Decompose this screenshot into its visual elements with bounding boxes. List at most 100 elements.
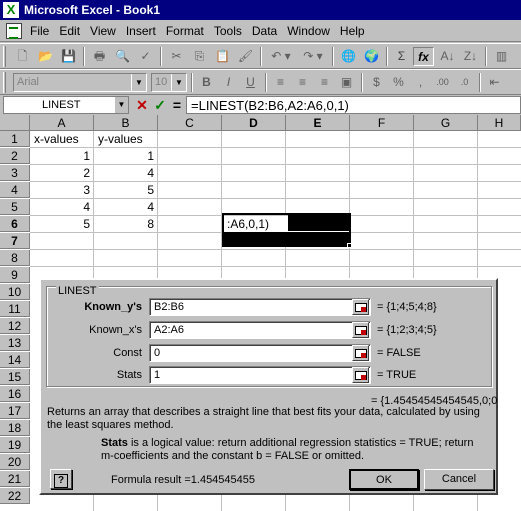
font-name-combo[interactable]: Arial ▼ xyxy=(13,73,147,92)
const-input[interactable]: 0 xyxy=(149,344,371,362)
menu-window[interactable]: Window xyxy=(287,24,330,38)
menu-view[interactable]: View xyxy=(90,24,116,38)
formula-input[interactable]: =LINEST(B2:B6,A2:A6,0,1) xyxy=(186,96,521,114)
column-header-e[interactable]: E xyxy=(286,115,350,131)
row-header-22[interactable]: 22 xyxy=(0,488,30,504)
row-header-8[interactable]: 8 xyxy=(0,250,30,266)
autosum-icon[interactable]: Σ xyxy=(391,47,412,66)
align-right-icon[interactable]: ≡ xyxy=(314,73,335,92)
sort-ascending-icon[interactable]: A↓ xyxy=(437,47,458,66)
collapse-dialog-icon[interactable] xyxy=(352,367,369,383)
stats-input[interactable]: 1 xyxy=(149,366,371,384)
menu-file[interactable]: File xyxy=(30,24,49,38)
italic-icon[interactable]: I xyxy=(218,73,239,92)
row-header-2[interactable]: 2 xyxy=(0,148,30,164)
font-size-combo[interactable]: 10 ▼ xyxy=(151,73,187,92)
column-header-b[interactable]: B xyxy=(94,115,158,131)
column-header-h[interactable]: H xyxy=(478,115,521,131)
toolbar-grip[interactable] xyxy=(3,72,6,93)
chevron-down-icon[interactable]: ▼ xyxy=(114,97,128,113)
print-icon[interactable]: 🖶 xyxy=(89,47,110,66)
decrease-indent-icon[interactable]: ⇤ xyxy=(484,73,505,92)
row-header-19[interactable]: 19 xyxy=(0,437,30,453)
row-header-13[interactable]: 13 xyxy=(0,335,30,351)
cell-b4[interactable]: 5 xyxy=(95,182,157,198)
redo-icon[interactable]: ↷ ▾ xyxy=(298,47,328,66)
column-header-a[interactable]: A xyxy=(30,115,94,131)
cell-b6[interactable]: 8 xyxy=(95,216,157,232)
merge-center-icon[interactable]: ▣ xyxy=(336,73,357,92)
menu-tools[interactable]: Tools xyxy=(214,24,242,38)
name-box[interactable]: LINEST ▼ xyxy=(3,96,129,114)
row-header-11[interactable]: 11 xyxy=(0,301,30,317)
format-painter-icon[interactable]: 🖌 xyxy=(235,47,256,66)
undo-icon[interactable]: ↶ ▾ xyxy=(266,47,296,66)
row-header-18[interactable]: 18 xyxy=(0,420,30,436)
open-icon[interactable]: 📂 xyxy=(35,47,56,66)
sort-descending-icon[interactable]: Z↓ xyxy=(460,47,481,66)
cancel-button[interactable]: Cancel xyxy=(424,469,494,490)
known-xs-input[interactable]: A2:A6 xyxy=(149,321,371,339)
row-header-5[interactable]: 5 xyxy=(0,199,30,215)
menu-help[interactable]: Help xyxy=(340,24,365,38)
chart-wizard-icon[interactable]: ▥ xyxy=(491,47,512,66)
hyperlink-icon[interactable]: 🌐 xyxy=(338,47,359,66)
increase-decimal-icon[interactable]: .00 xyxy=(432,73,453,92)
row-header-21[interactable]: 21 xyxy=(0,471,30,487)
select-all-button[interactable] xyxy=(0,115,30,131)
collapse-dialog-icon[interactable] xyxy=(352,299,369,315)
known-ys-input[interactable]: B2:B6 xyxy=(149,298,371,316)
save-icon[interactable]: 💾 xyxy=(58,47,79,66)
cell-b1[interactable]: y-values xyxy=(95,131,146,147)
currency-icon[interactable]: $ xyxy=(366,73,387,92)
web-toolbar-icon[interactable]: 🌍 xyxy=(361,47,382,66)
row-header-10[interactable]: 10 xyxy=(0,284,30,300)
row-header-6[interactable]: 6 xyxy=(0,216,30,232)
row-header-9[interactable]: 9 xyxy=(0,267,30,283)
cell-b3[interactable]: 4 xyxy=(95,165,157,181)
chevron-down-icon[interactable]: ▼ xyxy=(131,74,146,91)
column-header-f[interactable]: F xyxy=(350,115,414,131)
cell-a6[interactable]: 5 xyxy=(31,216,93,232)
copy-icon[interactable]: ⎘ xyxy=(189,47,210,66)
comma-style-icon[interactable]: , xyxy=(410,73,431,92)
row-header-7[interactable]: 7 xyxy=(0,233,30,249)
row-header-14[interactable]: 14 xyxy=(0,352,30,368)
decrease-decimal-icon[interactable]: .0 xyxy=(454,73,475,92)
menu-format[interactable]: Format xyxy=(166,24,204,38)
column-header-d[interactable]: D xyxy=(222,115,286,131)
row-header-4[interactable]: 4 xyxy=(0,182,30,198)
row-header-15[interactable]: 15 xyxy=(0,369,30,385)
underline-icon[interactable]: U xyxy=(240,73,261,92)
spelling-icon[interactable]: ✓ xyxy=(135,47,156,66)
new-icon[interactable]: 🗋 xyxy=(12,47,33,66)
bold-icon[interactable]: B xyxy=(196,73,217,92)
menu-insert[interactable]: Insert xyxy=(126,24,156,38)
row-header-3[interactable]: 3 xyxy=(0,165,30,181)
menu-data[interactable]: Data xyxy=(252,24,277,38)
paste-icon[interactable]: 📋 xyxy=(212,47,233,66)
ok-button[interactable]: OK xyxy=(349,469,419,490)
cell-a3[interactable]: 2 xyxy=(31,165,93,181)
collapse-dialog-icon[interactable] xyxy=(352,345,369,361)
cancel-entry-icon[interactable]: ✕ xyxy=(133,96,151,114)
cell-a4[interactable]: 3 xyxy=(31,182,93,198)
fill-handle[interactable] xyxy=(347,243,352,248)
cell-a1[interactable]: x-values xyxy=(31,131,82,147)
cut-icon[interactable]: ✂ xyxy=(166,47,187,66)
edit-formula-icon[interactable]: = xyxy=(168,96,186,114)
workbook-icon[interactable] xyxy=(6,23,22,39)
collapse-dialog-icon[interactable] xyxy=(352,322,369,338)
column-header-c[interactable]: C xyxy=(158,115,222,131)
cell-a5[interactable]: 4 xyxy=(31,199,93,215)
menu-edit[interactable]: Edit xyxy=(59,24,80,38)
row-header-12[interactable]: 12 xyxy=(0,318,30,334)
cell-a2[interactable]: 1 xyxy=(31,148,93,164)
excel-app-icon[interactable]: X xyxy=(3,2,19,18)
row-header-16[interactable]: 16 xyxy=(0,386,30,402)
enter-entry-icon[interactable]: ✓ xyxy=(151,96,169,114)
selected-range-outline[interactable] xyxy=(222,213,351,247)
column-header-g[interactable]: G xyxy=(414,115,478,131)
chevron-down-icon[interactable]: ▼ xyxy=(171,74,186,91)
align-center-icon[interactable]: ≡ xyxy=(292,73,313,92)
